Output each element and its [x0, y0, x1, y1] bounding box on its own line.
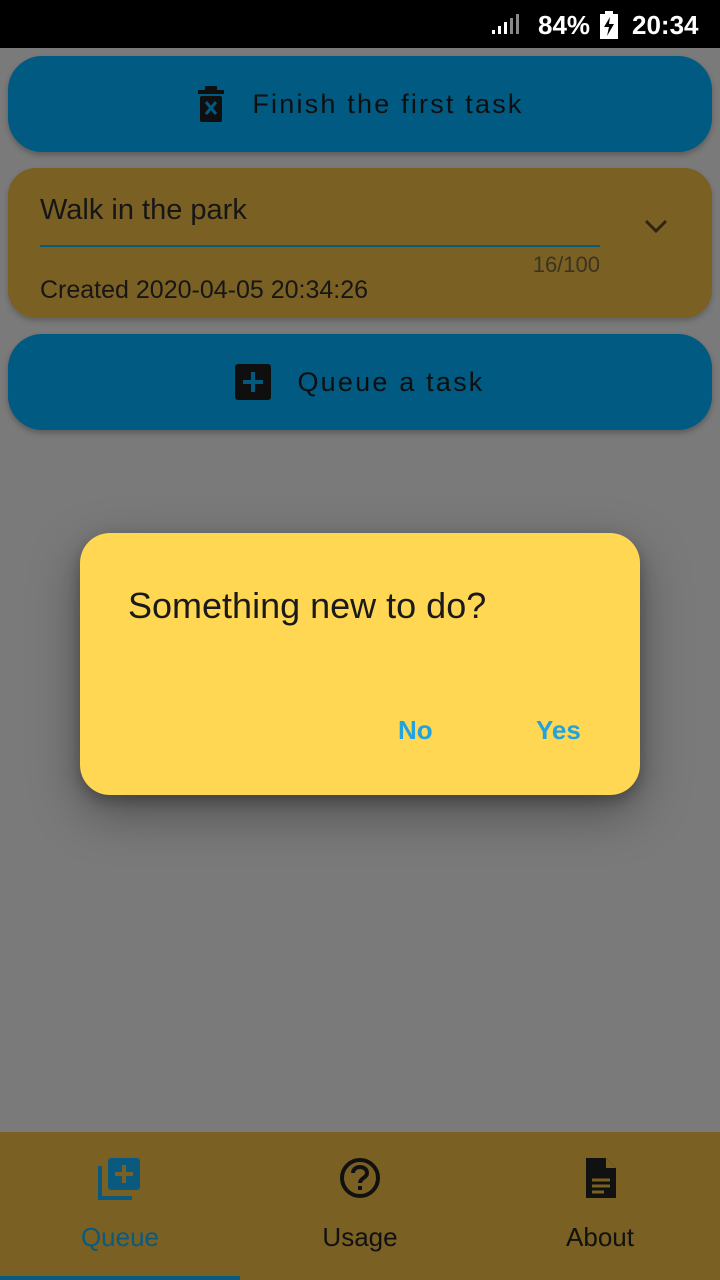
- nav-item-about[interactable]: About: [480, 1132, 720, 1280]
- bottom-navigation: Queue Usage About: [0, 1132, 720, 1280]
- nav-selected-indicator: [0, 1276, 240, 1280]
- task-field-underline: [40, 245, 600, 247]
- signal-strength-icon: [492, 14, 519, 34]
- task-created-timestamp: Created 2020-04-05 20:34:26: [40, 276, 369, 304]
- queue-task-label: Queue a task: [297, 366, 485, 397]
- queue-task-button[interactable]: Queue a task: [8, 334, 712, 430]
- nav-label-usage: Usage: [322, 1222, 398, 1252]
- help-circle-icon: [340, 1158, 380, 1198]
- status-clock: 20:34: [632, 10, 699, 40]
- chevron-down-icon[interactable]: [642, 212, 670, 240]
- character-counter: 16/100: [532, 252, 600, 277]
- dialog-no-button[interactable]: No: [398, 715, 433, 746]
- battery-charging-icon: [600, 11, 618, 39]
- dialog-title: Something new to do?: [128, 585, 487, 626]
- nav-label-about: About: [566, 1222, 634, 1252]
- finish-first-task-button[interactable]: Finish the first task: [8, 56, 712, 152]
- status-bar: 84% 20:34: [0, 0, 720, 48]
- finish-first-task-label: Finish the first task: [252, 88, 524, 119]
- delete-task-icon: [198, 86, 225, 122]
- battery-percentage: 84%: [538, 10, 591, 40]
- task-text-field[interactable]: Walk in the park: [40, 194, 247, 227]
- nav-item-usage[interactable]: Usage: [240, 1132, 480, 1280]
- new-task-dialog: Something new to do? No Yes: [80, 533, 640, 795]
- task-card: Walk in the park 16/100 Created 2020-04-…: [8, 168, 712, 318]
- nav-label-queue: Queue: [80, 1222, 160, 1252]
- document-icon: [586, 1158, 616, 1198]
- dialog-yes-button[interactable]: Yes: [536, 715, 581, 746]
- queue-add-icon: [98, 1158, 140, 1200]
- nav-item-queue[interactable]: Queue: [0, 1132, 240, 1280]
- add-box-icon: [235, 364, 272, 400]
